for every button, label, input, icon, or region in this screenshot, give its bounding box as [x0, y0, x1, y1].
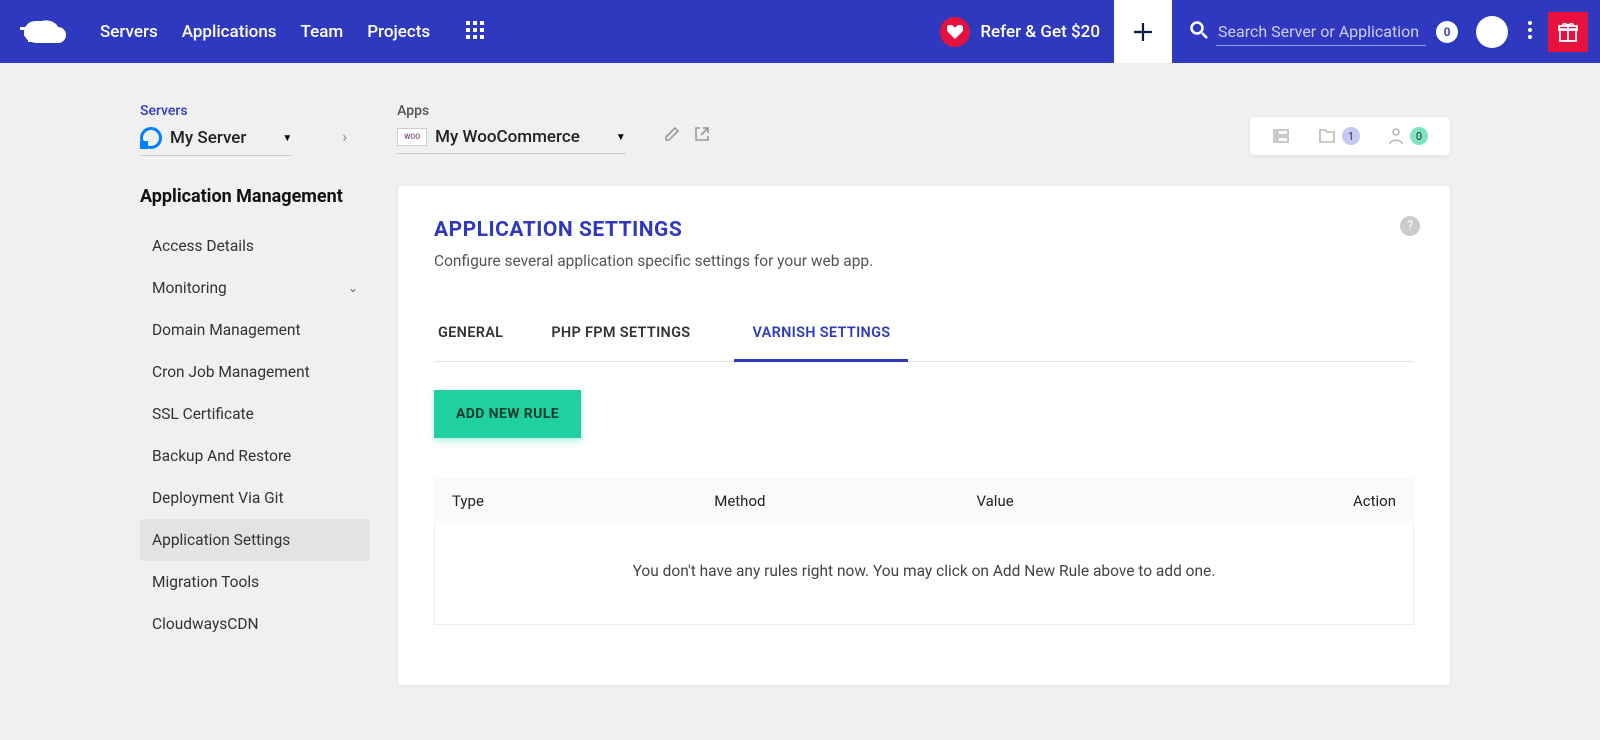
avatar[interactable] — [1476, 16, 1508, 48]
edit-icon[interactable] — [664, 126, 680, 146]
woocommerce-icon: WOO — [397, 128, 427, 146]
gift-button[interactable] — [1548, 12, 1588, 52]
sidebar-item-label: SSL Certificate — [152, 405, 254, 423]
apps-grid-icon[interactable] — [466, 21, 484, 43]
panel-title: APPLICATION SETTINGS — [434, 218, 1414, 242]
sidebar-title: Application Management — [140, 186, 370, 207]
nav-links: Servers Applications Team Projects — [100, 22, 430, 42]
apps-label: Apps — [397, 103, 626, 119]
nav-projects[interactable]: Projects — [367, 22, 430, 42]
sidebar-item-deployment-via-git[interactable]: Deployment Via Git — [140, 477, 370, 519]
sidebar-item-cloudwayscdn[interactable]: CloudwaysCDN — [140, 603, 370, 645]
sidebar-item-label: Cron Job Management — [152, 363, 310, 381]
sidebar-item-backup-and-restore[interactable]: Backup And Restore — [140, 435, 370, 477]
app-name: My WooCommerce — [435, 127, 580, 147]
server-name: My Server — [170, 128, 246, 148]
nav-applications[interactable]: Applications — [182, 22, 277, 42]
refer-label: Refer & Get $20 — [980, 22, 1100, 42]
col-action: Action — [1239, 492, 1396, 510]
stats-box: 1 0 — [1250, 117, 1450, 155]
sidebar-item-access-details[interactable]: Access Details — [140, 225, 370, 267]
nav-servers[interactable]: Servers — [100, 22, 158, 42]
sidebar-item-application-settings[interactable]: Application Settings — [140, 519, 370, 561]
sidebar-item-label: CloudwaysCDN — [152, 615, 259, 633]
tabs: GENERAL PHP FPM SETTINGS VARNISH SETTINGS — [434, 314, 1414, 362]
col-type: Type — [452, 492, 714, 510]
top-nav: Servers Applications Team Projects Refer… — [0, 0, 1600, 63]
digitalocean-icon — [140, 127, 162, 149]
tab-php-fpm-settings[interactable]: PHP FPM SETTINGS — [547, 314, 694, 361]
sidebar-item-domain-management[interactable]: Domain Management — [140, 309, 370, 351]
sidebar-item-label: Migration Tools — [152, 573, 259, 591]
tab-general[interactable]: GENERAL — [434, 314, 507, 361]
chevron-right-icon: › — [342, 127, 347, 156]
nav-team[interactable]: Team — [301, 22, 344, 42]
chevron-down-icon: ⌄ — [348, 281, 358, 295]
server-crumb: Servers My Server ▼ — [140, 103, 292, 156]
search-count-badge: 0 — [1436, 21, 1458, 43]
apps-count: 1 — [1342, 127, 1360, 145]
caret-down-icon: ▼ — [282, 133, 292, 144]
app-selector[interactable]: WOO My WooCommerce ▼ — [397, 127, 626, 154]
heart-icon — [940, 17, 970, 47]
sidebar-item-monitoring[interactable]: Monitoring ⌄ — [140, 267, 370, 309]
stat-users[interactable]: 0 — [1388, 127, 1428, 145]
add-new-rule-button[interactable]: ADD NEW RULE — [434, 390, 581, 438]
external-link-icon[interactable] — [694, 126, 710, 146]
search-wrap: 0 — [1190, 18, 1458, 46]
main-row: Application Management Access Details Mon… — [0, 156, 1600, 685]
tab-varnish-settings[interactable]: VARNISH SETTINGS — [734, 314, 908, 362]
kebab-menu-icon[interactable] — [1522, 21, 1538, 43]
add-button[interactable] — [1114, 0, 1172, 63]
col-value: Value — [976, 492, 1238, 510]
breadcrumb-row: Servers My Server ▼ › Apps WOO My WooCom… — [0, 63, 1600, 156]
sidebar: Application Management Access Details Mon… — [140, 186, 370, 685]
stat-server[interactable] — [1272, 127, 1290, 145]
search-icon — [1190, 21, 1208, 43]
search-input[interactable] — [1216, 18, 1426, 46]
sidebar-item-label: Deployment Via Git — [152, 489, 284, 507]
logo[interactable] — [18, 17, 78, 47]
help-icon[interactable]: ? — [1400, 216, 1420, 236]
sidebar-item-label: Access Details — [152, 237, 254, 255]
sidebar-item-ssl-certificate[interactable]: SSL Certificate — [140, 393, 370, 435]
sidebar-item-label: Backup And Restore — [152, 447, 291, 465]
sidebar-item-migration-tools[interactable]: Migration Tools — [140, 561, 370, 603]
table-header: Type Method Value Action — [434, 478, 1414, 524]
sidebar-item-label: Domain Management — [152, 321, 301, 339]
stat-apps[interactable]: 1 — [1318, 127, 1360, 145]
server-selector[interactable]: My Server ▼ — [140, 127, 292, 156]
app-actions — [664, 126, 710, 156]
caret-down-icon: ▼ — [616, 132, 626, 143]
sidebar-item-label: Monitoring — [152, 279, 227, 297]
sidebar-item-cron-job-management[interactable]: Cron Job Management — [140, 351, 370, 393]
servers-label: Servers — [140, 103, 292, 119]
panel-subtitle: Configure several application specific s… — [434, 252, 1414, 270]
app-crumb: Apps WOO My WooCommerce ▼ — [397, 103, 626, 156]
settings-panel: ? APPLICATION SETTINGS Configure several… — [398, 186, 1450, 685]
refer-button[interactable]: Refer & Get $20 — [940, 17, 1100, 47]
col-method: Method — [714, 492, 976, 510]
sidebar-item-label: Application Settings — [152, 531, 290, 549]
users-count: 0 — [1410, 127, 1428, 145]
empty-state: You don't have any rules right now. You … — [434, 524, 1414, 625]
